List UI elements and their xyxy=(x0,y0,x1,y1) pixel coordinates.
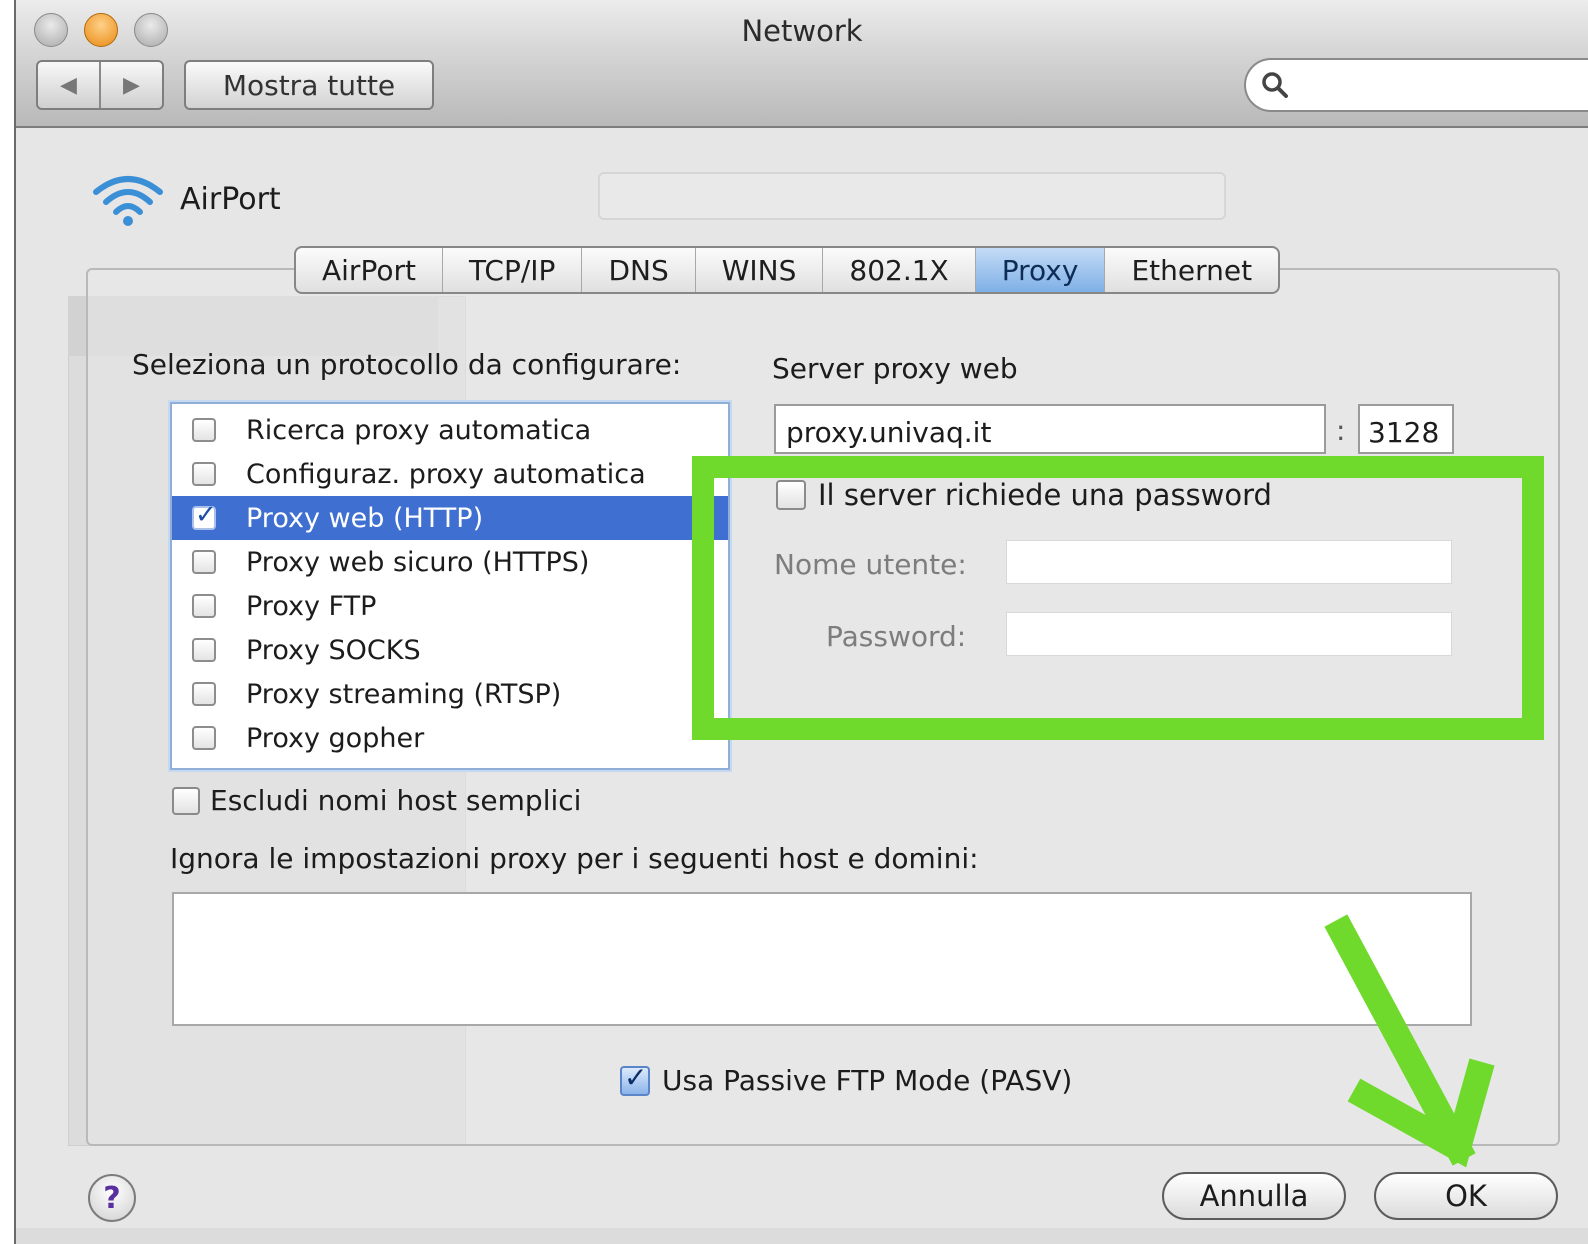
password-required-label: Il server richiede una password xyxy=(818,478,1272,512)
protocol-checkbox[interactable] xyxy=(192,550,216,574)
protocol-checkbox[interactable] xyxy=(192,594,216,618)
protocol-item-label: Proxy web (HTTP) xyxy=(246,502,484,534)
protocol-checkbox[interactable] xyxy=(192,726,216,750)
back-button[interactable]: ◀ xyxy=(38,62,101,108)
search-icon xyxy=(1262,72,1288,98)
wifi-icon xyxy=(93,176,163,226)
protocol-item-web-https[interactable]: Proxy web sicuro (HTTPS) xyxy=(172,540,728,584)
tab-ethernet[interactable]: Ethernet xyxy=(1105,248,1278,292)
tab-wins[interactable]: WINS xyxy=(696,248,824,292)
chevron-right-icon: ▶ xyxy=(123,72,140,98)
protocol-item-web-http[interactable]: ✓ Proxy web (HTTP) xyxy=(172,496,728,540)
navigation-buttons: ◀ ▶ xyxy=(36,60,164,110)
tab-dns[interactable]: DNS xyxy=(582,248,696,292)
username-label: Nome utente: xyxy=(774,548,967,581)
show-all-button[interactable]: Mostra tutte xyxy=(184,60,434,110)
title-bar: Network ◀ ▶ Mostra tutte xyxy=(16,0,1588,128)
protocol-item-label: Proxy SOCKS xyxy=(246,634,421,666)
protocol-checkbox[interactable]: ✓ xyxy=(192,500,217,530)
exclude-simple-hosts-checkbox[interactable] xyxy=(172,786,200,815)
protocol-item-label: Configuraz. proxy automatica xyxy=(246,458,646,490)
proxy-port-field[interactable]: 3128 xyxy=(1358,404,1454,454)
tab-8021x[interactable]: 802.1X xyxy=(823,248,976,292)
service-name: AirPort xyxy=(180,182,281,217)
protocol-item-label: Proxy gopher xyxy=(246,722,425,754)
ok-button[interactable]: OK xyxy=(1374,1172,1558,1220)
password-required-option[interactable]: Il server richiede una password xyxy=(776,478,1272,512)
help-button[interactable]: ? xyxy=(88,1174,136,1222)
chevron-left-icon: ◀ xyxy=(60,72,77,98)
protocol-checkbox[interactable] xyxy=(192,638,216,662)
protocol-item-label: Proxy streaming (RTSP) xyxy=(246,678,562,710)
web-proxy-server-label: Server proxy web xyxy=(772,352,1018,385)
bypass-hosts-field[interactable] xyxy=(172,892,1472,1026)
protocol-item-gopher[interactable]: Proxy gopher xyxy=(172,716,728,760)
bypass-hosts-label: Ignora le impostazioni proxy per i segue… xyxy=(170,842,979,875)
passive-ftp-label: Usa Passive FTP Mode (PASV) xyxy=(662,1064,1073,1097)
protocol-list-label: Seleziona un protocollo da configurare: xyxy=(132,348,682,381)
exclude-simple-hosts-option[interactable]: Escludi nomi host semplici xyxy=(172,784,581,817)
network-preferences-window: Network ◀ ▶ Mostra tutte AirPort AirPort… xyxy=(14,0,1588,1244)
tab-bar: AirPort TCP/IP DNS WINS 802.1X Proxy Eth… xyxy=(294,246,1281,294)
tab-airport[interactable]: AirPort xyxy=(296,248,443,292)
protocol-checkbox[interactable] xyxy=(192,462,216,486)
protocol-checkbox[interactable] xyxy=(192,682,216,706)
protocol-item-label: Ricerca proxy automatica xyxy=(246,414,592,446)
protocol-item-label: Proxy FTP xyxy=(246,590,377,622)
proxy-host-field[interactable]: proxy.univaq.it xyxy=(774,404,1326,454)
protocol-item-auto-discovery[interactable]: Ricerca proxy automatica xyxy=(172,408,728,452)
protocol-item-label: Proxy web sicuro (HTTPS) xyxy=(246,546,590,578)
protocol-item-socks[interactable]: Proxy SOCKS xyxy=(172,628,728,672)
window-title: Network xyxy=(741,14,863,48)
protocol-list[interactable]: Ricerca proxy automatica Configuraz. pro… xyxy=(170,402,730,770)
password-label: Password: xyxy=(826,620,967,653)
passive-ftp-checkbox[interactable]: ✓ xyxy=(620,1061,650,1096)
username-field[interactable] xyxy=(1006,540,1452,584)
passive-ftp-option[interactable]: ✓ Usa Passive FTP Mode (PASV) xyxy=(620,1061,1073,1097)
protocol-item-auto-config[interactable]: Configuraz. proxy automatica xyxy=(172,452,728,496)
port-separator: : xyxy=(1336,414,1346,447)
protocol-checkbox[interactable] xyxy=(192,418,216,442)
checkmark-icon: ✓ xyxy=(195,500,217,530)
background-location-popup xyxy=(598,172,1226,220)
search-input[interactable] xyxy=(1244,58,1588,112)
cancel-button[interactable]: Annulla xyxy=(1162,1172,1346,1220)
bottom-bar xyxy=(16,1228,1588,1244)
tab-tcpip[interactable]: TCP/IP xyxy=(443,248,583,292)
protocol-item-ftp[interactable]: Proxy FTP xyxy=(172,584,728,628)
tab-proxy[interactable]: Proxy xyxy=(975,248,1106,292)
forward-button[interactable]: ▶ xyxy=(101,62,162,108)
exclude-simple-hosts-label: Escludi nomi host semplici xyxy=(210,784,582,817)
protocol-item-rtsp[interactable]: Proxy streaming (RTSP) xyxy=(172,672,728,716)
password-field[interactable] xyxy=(1006,612,1452,656)
password-required-checkbox[interactable] xyxy=(776,480,806,510)
checkmark-icon: ✓ xyxy=(624,1060,648,1094)
